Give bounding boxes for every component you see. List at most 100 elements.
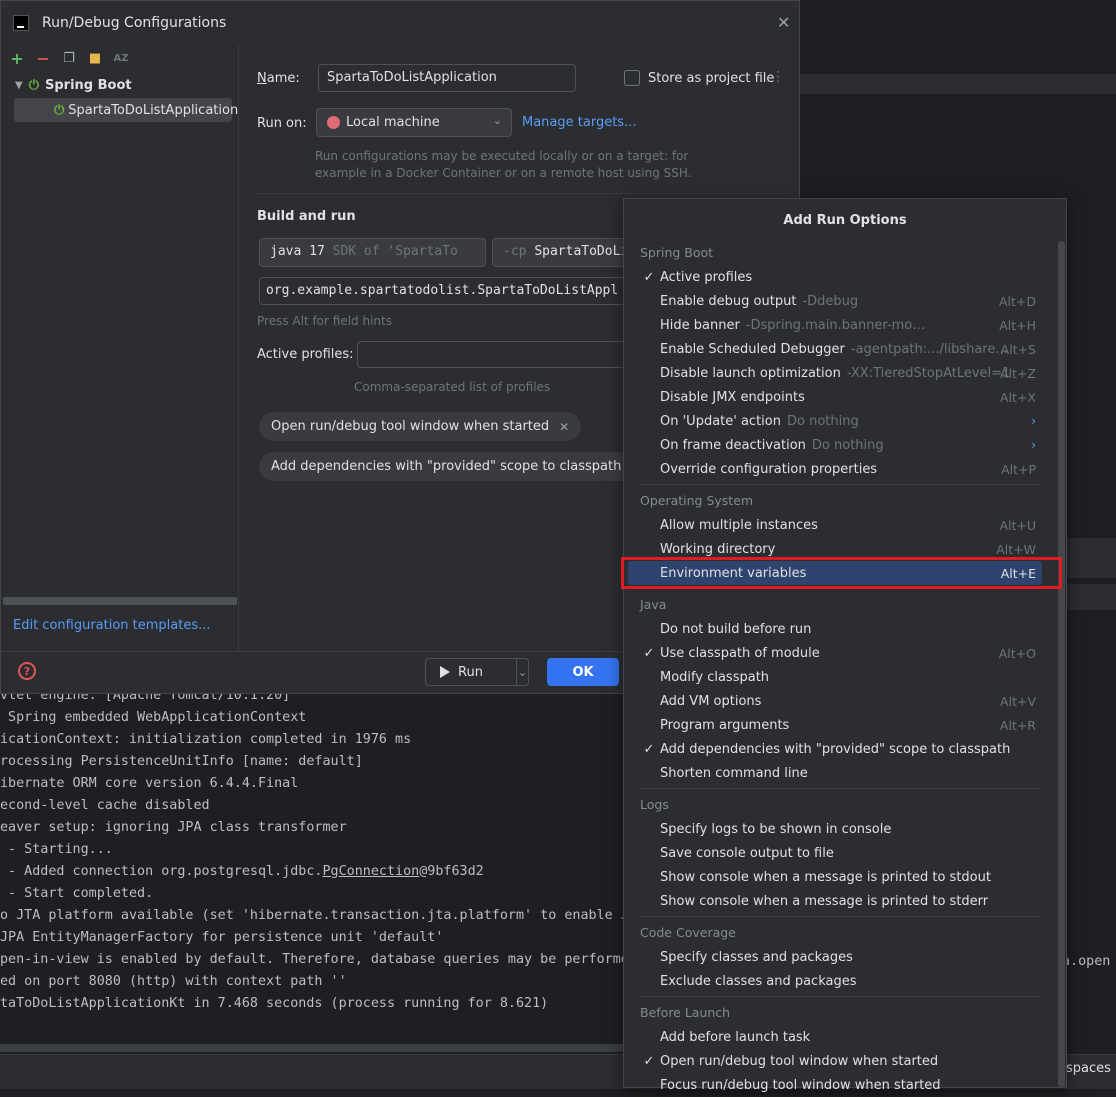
- sort-icon[interactable]: AZ: [113, 51, 129, 67]
- option-label: Hide banner: [660, 317, 740, 333]
- checkmark-icon: ✓: [643, 1053, 655, 1069]
- console-line: ed on port 8080 (http) with context path…: [0, 974, 347, 989]
- option-label: On frame deactivation: [660, 437, 806, 453]
- option-chip[interactable]: Add dependencies with "provided" scope t…: [259, 452, 654, 481]
- option-item[interactable]: ✓ Add dependencies with "provided" scope …: [628, 737, 1042, 761]
- add-configuration-icon[interactable]: +: [9, 51, 25, 67]
- option-item[interactable]: Save console output to file: [628, 841, 1042, 865]
- run-action[interactable]: Run: [426, 665, 516, 680]
- option-label: Exclude classes and packages: [660, 973, 857, 989]
- ok-button[interactable]: OK: [547, 658, 619, 686]
- cp-prefix: -cp: [503, 244, 535, 259]
- new-folder-icon[interactable]: ■: [87, 51, 103, 67]
- option-item[interactable]: Enable debug output -Ddebug Alt+D: [628, 289, 1042, 313]
- group-header-code-coverage: Code Coverage: [640, 925, 736, 940]
- option-item[interactable]: Working directory Alt+W: [628, 537, 1042, 561]
- build-and-run-heading: Build and run: [257, 209, 356, 224]
- chevron-down-icon[interactable]: ⌄: [517, 666, 528, 679]
- name-field[interactable]: SpartaToDoListApplication: [318, 64, 576, 92]
- option-item[interactable]: On frame deactivation Do nothing ›: [628, 433, 1042, 457]
- option-item[interactable]: Specify classes and packages: [628, 945, 1042, 969]
- group-header-java: Java: [640, 597, 667, 612]
- more-options-icon[interactable]: ⋮: [771, 69, 785, 85]
- option-item[interactable]: Modify classpath: [628, 665, 1042, 689]
- console-line: o JTA platform available (set 'hibernate…: [0, 908, 629, 923]
- jdk-select[interactable]: java 17 SDK of 'SpartaTo: [259, 238, 486, 267]
- option-item[interactable]: ✓ Open run/debug tool window when started: [628, 1049, 1042, 1073]
- option-label: Show console when a message is printed t…: [660, 893, 989, 909]
- editor-tab-strip: [800, 74, 1116, 94]
- help-icon[interactable]: ?: [18, 662, 36, 680]
- manage-targets-link[interactable]: Manage targets...: [522, 115, 636, 130]
- console-line-connection: - Added connection org.postgresql.jdbc.P…: [0, 864, 484, 879]
- option-label: Add dependencies with "provided" scope t…: [660, 741, 1011, 757]
- option-chip[interactable]: Open run/debug tool window when started …: [259, 412, 582, 441]
- option-item[interactable]: Disable JMX endpoints Alt+X: [628, 385, 1042, 409]
- option-hint: -XX:TieredStopAtLevel=1: [846, 365, 1011, 381]
- option-item[interactable]: Shorten command line: [628, 761, 1042, 785]
- configurations-tree-pane: + − ❐ ■ AZ ▼ ⏻ Spring Boot ⏻ SpartaToDoL…: [1, 45, 239, 651]
- status-indent-label[interactable]: spaces: [1066, 1061, 1111, 1076]
- run-on-select[interactable]: Local machine ⌄: [316, 108, 512, 137]
- tree-toolbar: + − ❐ ■ AZ: [9, 49, 129, 69]
- option-item[interactable]: Override configuration properties Alt+P: [628, 457, 1042, 481]
- checkmark-icon: ✓: [643, 269, 655, 285]
- option-label: Do not build before run: [660, 621, 812, 637]
- option-shortcut: Alt+P: [1001, 461, 1036, 477]
- option-label: Modify classpath: [660, 669, 770, 685]
- tree-item-configuration[interactable]: ⏻ SpartaToDoListApplication: [14, 98, 238, 122]
- remove-chip-icon[interactable]: ✕: [559, 420, 569, 434]
- run-button[interactable]: Run ⌄: [425, 658, 529, 686]
- option-item[interactable]: Specify logs to be shown in console: [628, 817, 1042, 841]
- edit-templates-link[interactable]: Edit configuration templates...: [13, 618, 211, 633]
- option-label: Program arguments: [660, 717, 790, 733]
- popup-title: Add Run Options: [783, 213, 907, 228]
- option-item-selected[interactable]: Environment variables Alt+E: [628, 561, 1042, 585]
- tree-horizontal-scrollbar[interactable]: [3, 597, 237, 605]
- console-line-fragment: a.open: [1062, 954, 1111, 969]
- intellij-app-icon: [13, 15, 29, 31]
- option-shortcut: Alt+O: [998, 645, 1036, 661]
- option-label: Show console when a message is printed t…: [660, 869, 991, 885]
- option-item[interactable]: Add before launch task: [628, 1025, 1042, 1049]
- main-class-field[interactable]: org.example.spartatodolist.SpartaToDoLis…: [259, 277, 659, 305]
- option-item[interactable]: ✓ Use classpath of module Alt+O: [628, 641, 1042, 665]
- option-label: Use classpath of module: [660, 645, 820, 661]
- copy-configuration-icon[interactable]: ❐: [61, 51, 77, 67]
- local-machine-icon: [327, 116, 340, 129]
- console-link[interactable]: PgConnection: [322, 864, 419, 879]
- option-item[interactable]: Show console when a message is printed t…: [628, 889, 1042, 913]
- option-label: Enable debug output: [660, 293, 797, 309]
- remove-configuration-icon[interactable]: −: [35, 51, 51, 67]
- option-item[interactable]: ✓ Active profiles: [628, 265, 1042, 289]
- popup-scrollbar[interactable]: [1058, 241, 1065, 1087]
- option-item[interactable]: On 'Update' action Do nothing ›: [628, 409, 1042, 433]
- store-as-project-file-checkbox[interactable]: [624, 70, 640, 86]
- option-item[interactable]: Do not build before run: [628, 617, 1042, 641]
- active-profiles-field[interactable]: [357, 341, 657, 368]
- store-as-project-file-label[interactable]: Store as project file: [648, 71, 774, 86]
- option-shortcut: Alt+Z: [1000, 365, 1036, 381]
- option-item[interactable]: Allow multiple instances Alt+U: [628, 513, 1042, 537]
- console-line-text: - Added connection org.postgresql.jdbc.: [0, 864, 323, 879]
- run-console: vlet engine: [Apache Tomcat/10.1.20] Spr…: [0, 688, 640, 1044]
- option-item[interactable]: Program arguments Alt+R: [628, 713, 1042, 737]
- option-label: Override configuration properties: [660, 461, 878, 477]
- option-label: Shorten command line: [660, 765, 808, 781]
- console-horizontal-scrollbar[interactable]: [0, 1044, 640, 1052]
- option-label: Specify classes and packages: [660, 949, 853, 965]
- group-divider: [638, 996, 1040, 997]
- group-divider: [638, 484, 1040, 485]
- tree-group-spring-boot[interactable]: ▼ ⏻ Spring Boot: [15, 78, 132, 93]
- option-item[interactable]: Add VM options Alt+V: [628, 689, 1042, 713]
- option-item[interactable]: Exclude classes and packages: [628, 969, 1042, 993]
- option-item[interactable]: Hide banner -Dspring.main.banner-mode=OFF…: [628, 313, 1042, 337]
- chevron-down-icon[interactable]: ▼: [15, 80, 23, 91]
- close-icon[interactable]: ✕: [777, 13, 790, 32]
- option-item[interactable]: Focus run/debug tool window when started: [628, 1073, 1042, 1097]
- option-item[interactable]: Enable Scheduled Debugger -agentpath:.../…: [628, 337, 1042, 361]
- name-label: Name:: [257, 71, 300, 86]
- dialog-titlebar[interactable]: Run/Debug Configurations ✕: [1, 1, 799, 45]
- option-item[interactable]: Show console when a message is printed t…: [628, 865, 1042, 889]
- option-item[interactable]: Disable launch optimization -XX:TieredSto…: [628, 361, 1042, 385]
